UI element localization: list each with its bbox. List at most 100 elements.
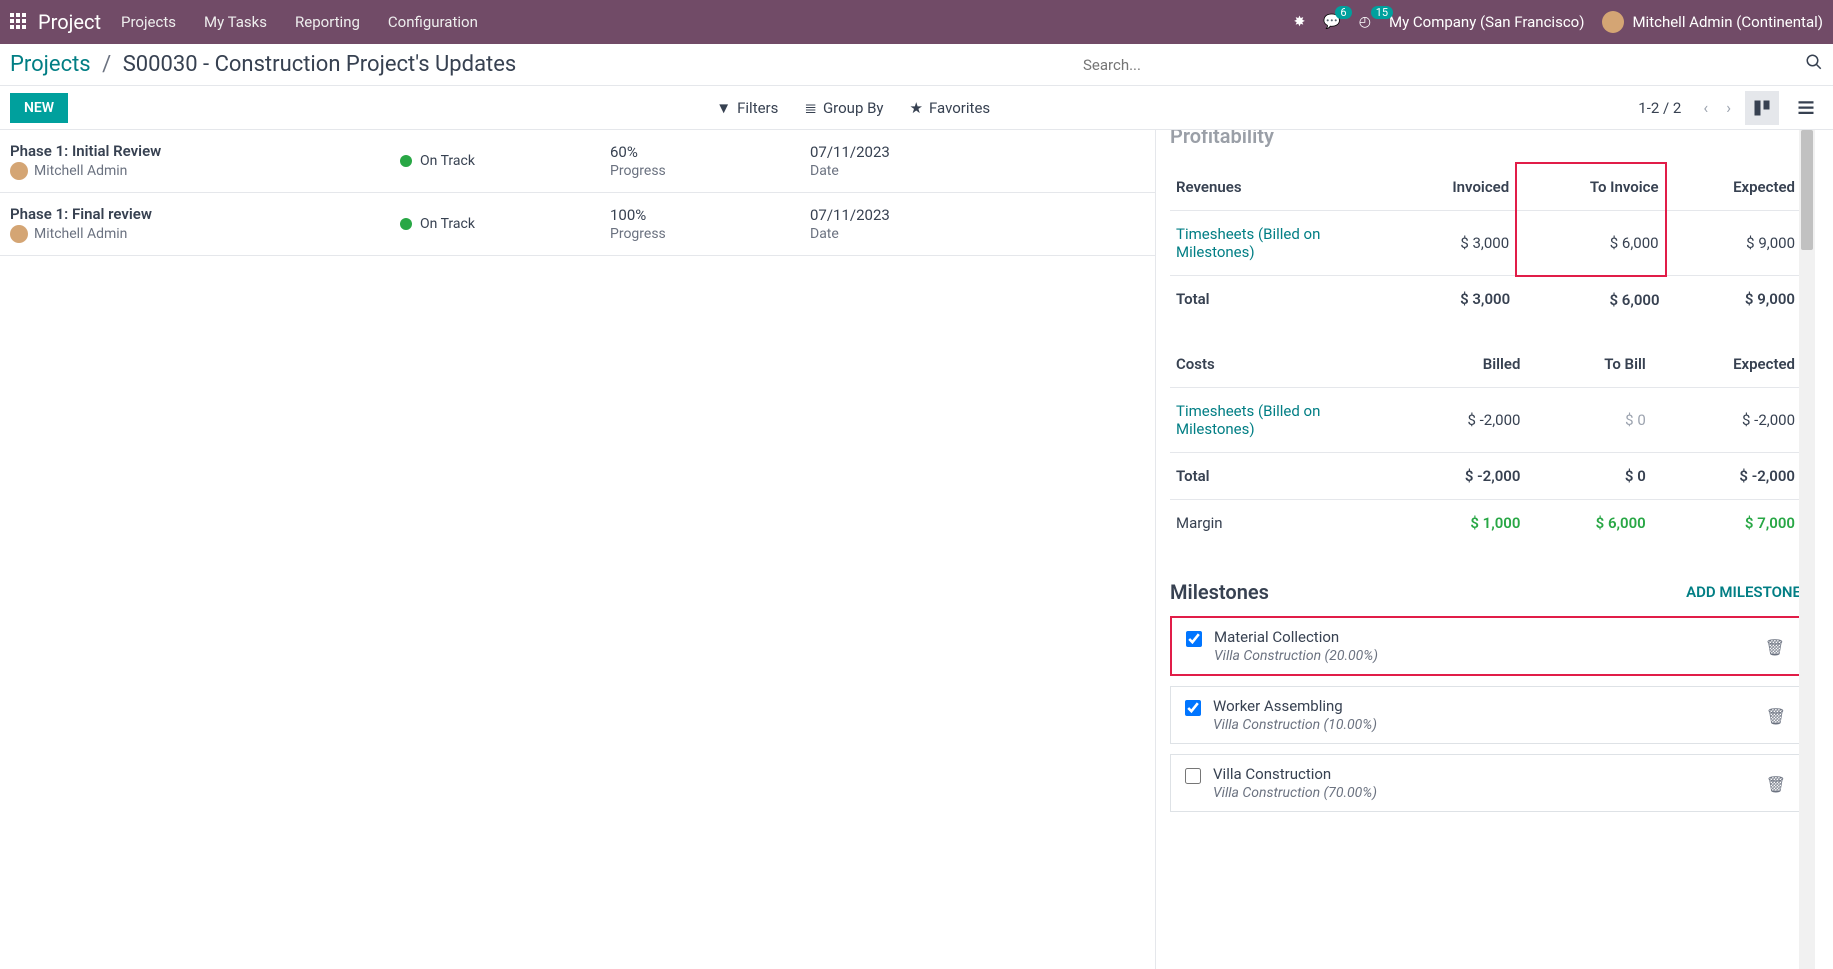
cost-tobill: $ 0 <box>1526 387 1651 452</box>
rev-toinvoice: $ 6,000 <box>1516 211 1665 276</box>
progress-value: 60% <box>610 143 810 161</box>
milestone-checkbox[interactable] <box>1185 768 1201 784</box>
table-row[interactable]: Timesheets (Billed on Milestones) $ -2,0… <box>1170 387 1801 452</box>
date-value: 07/11/2023 <box>810 143 1010 161</box>
search-input[interactable] <box>1075 50 1795 80</box>
milestone-checkbox[interactable] <box>1185 700 1201 716</box>
date-label: Date <box>810 163 1010 179</box>
milestone-item[interactable]: Material Collection Villa Construction (… <box>1170 616 1801 676</box>
filters-button[interactable]: ▼Filters <box>716 99 778 117</box>
view-kanban-button[interactable] <box>1745 91 1779 125</box>
rev-total-expected: $ 9,000 <box>1666 276 1801 323</box>
table-row-margin: Margin $ 1,000 $ 6,000 $ 7,000 <box>1170 499 1801 546</box>
milestone-item[interactable]: Worker Assembling Villa Construction (10… <box>1170 686 1801 744</box>
margin-c1: $ 1,000 <box>1390 499 1526 546</box>
rev-invoiced: $ 3,000 <box>1390 211 1516 276</box>
list-item[interactable]: Phase 1: Initial Review Mitchell Admin O… <box>0 130 1155 193</box>
main-content: Phase 1: Initial Review Mitchell Admin O… <box>0 130 1833 969</box>
margin-c2: $ 6,000 <box>1526 499 1651 546</box>
col-expected: Expected <box>1652 341 1801 388</box>
rev-total-label: Total <box>1170 276 1390 323</box>
scrollbar[interactable] <box>1799 130 1815 969</box>
milestones-header: Milestones ADD MILESTONE <box>1170 580 1801 604</box>
col-toinvoice: To Invoice <box>1516 163 1665 211</box>
milestone-checkbox[interactable] <box>1186 631 1202 647</box>
col-costs: Costs <box>1170 341 1390 388</box>
update-status: On Track <box>420 216 475 232</box>
new-button[interactable]: NEW <box>10 93 68 123</box>
user-menu[interactable]: Mitchell Admin (Continental) <box>1602 11 1823 33</box>
list-item[interactable]: Phase 1: Final review Mitchell Admin On … <box>0 193 1155 256</box>
add-milestone-button[interactable]: ADD MILESTONE <box>1686 583 1801 601</box>
rev-total-invoiced: $ 3,000 <box>1390 276 1516 323</box>
pager-prev[interactable]: ‹ <box>1699 98 1712 117</box>
rev-row-label[interactable]: Timesheets (Billed on Milestones) <box>1170 211 1390 276</box>
table-row-total: Total $ 3,000 $ 6,000 $ 9,000 <box>1170 276 1801 323</box>
pager-next[interactable]: › <box>1722 98 1735 117</box>
breadcrumb-bar: Projects / S00030 - Construction Project… <box>0 44 1833 86</box>
activities-icon[interactable]: ◴15 <box>1359 14 1371 30</box>
messaging-icon[interactable]: 💬6 <box>1323 14 1340 30</box>
apps-icon[interactable] <box>10 13 28 31</box>
trash-icon[interactable]: 🗑 <box>1766 775 1786 794</box>
search-icon[interactable] <box>1805 53 1823 76</box>
groupby-button[interactable]: ≣Group By <box>804 99 883 117</box>
col-tobill: To Bill <box>1526 341 1651 388</box>
bug-icon[interactable]: ✸ <box>1294 14 1306 30</box>
table-row[interactable]: Timesheets (Billed on Milestones) $ 3,00… <box>1170 211 1801 276</box>
chat-badge: 6 <box>1335 6 1351 19</box>
progress-value: 100% <box>610 206 810 224</box>
cost-total-tobill: $ 0 <box>1526 452 1651 499</box>
side-panel: Profitability Revenues Invoiced To Invoi… <box>1155 130 1815 969</box>
update-status: On Track <box>420 153 475 169</box>
milestone-item[interactable]: Villa Construction Villa Construction (7… <box>1170 754 1801 812</box>
avatar-icon <box>10 225 28 243</box>
updates-list: Phase 1: Initial Review Mitchell Admin O… <box>0 130 1155 969</box>
trash-icon[interactable]: 🗑 <box>1766 707 1786 726</box>
col-expected: Expected <box>1666 163 1801 211</box>
favorites-button[interactable]: ★Favorites <box>910 99 991 117</box>
top-nav: Project Projects My Tasks Reporting Conf… <box>0 0 1833 44</box>
toolbar: NEW ▼Filters ≣Group By ★Favorites 1-2 / … <box>0 86 1833 130</box>
milestone-name: Material Collection <box>1214 628 1753 646</box>
costs-table: Costs Billed To Bill Expected Timesheets… <box>1170 341 1801 546</box>
company-selector[interactable]: My Company (San Francisco) <box>1389 13 1584 31</box>
menu-configuration[interactable]: Configuration <box>388 13 478 31</box>
col-billed: Billed <box>1390 341 1526 388</box>
profitability-title: Profitability <box>1170 130 1801 148</box>
milestone-sub: Villa Construction (10.00%) <box>1213 717 1754 733</box>
progress-label: Progress <box>610 163 810 179</box>
cost-row-label[interactable]: Timesheets (Billed on Milestones) <box>1170 387 1390 452</box>
progress-label: Progress <box>610 226 810 242</box>
clock-badge: 15 <box>1371 6 1393 19</box>
app-brand[interactable]: Project <box>38 10 101 34</box>
breadcrumb-leaf: S00030 - Construction Project's Updates <box>123 52 517 77</box>
milestones-title: Milestones <box>1170 580 1269 604</box>
menu-projects[interactable]: Projects <box>121 13 176 31</box>
star-icon: ★ <box>910 99 923 117</box>
menu-mytasks[interactable]: My Tasks <box>204 13 267 31</box>
view-list-button[interactable] <box>1789 91 1823 125</box>
cost-billed: $ -2,000 <box>1390 387 1526 452</box>
avatar-icon <box>10 162 28 180</box>
avatar-icon <box>1602 11 1624 33</box>
breadcrumb-root[interactable]: Projects <box>10 52 91 77</box>
cost-expected: $ -2,000 <box>1652 387 1801 452</box>
menu-reporting[interactable]: Reporting <box>295 13 360 31</box>
update-author: Mitchell Admin <box>34 163 127 179</box>
status-dot-icon <box>400 218 412 230</box>
breadcrumb: Projects / S00030 - Construction Project… <box>10 52 516 77</box>
col-invoiced: Invoiced <box>1390 163 1516 211</box>
layers-icon: ≣ <box>804 99 817 117</box>
milestone-name: Worker Assembling <box>1213 697 1754 715</box>
trash-icon[interactable]: 🗑 <box>1765 638 1785 657</box>
cost-total-label: Total <box>1170 452 1390 499</box>
revenues-table: Revenues Invoiced To Invoice Expected Ti… <box>1170 162 1801 323</box>
date-label: Date <box>810 226 1010 242</box>
date-value: 07/11/2023 <box>810 206 1010 224</box>
cost-total-expected: $ -2,000 <box>1652 452 1801 499</box>
scrollbar-thumb[interactable] <box>1801 130 1813 250</box>
milestone-name: Villa Construction <box>1213 765 1754 783</box>
breadcrumb-sep: / <box>102 52 111 77</box>
cost-total-billed: $ -2,000 <box>1390 452 1526 499</box>
